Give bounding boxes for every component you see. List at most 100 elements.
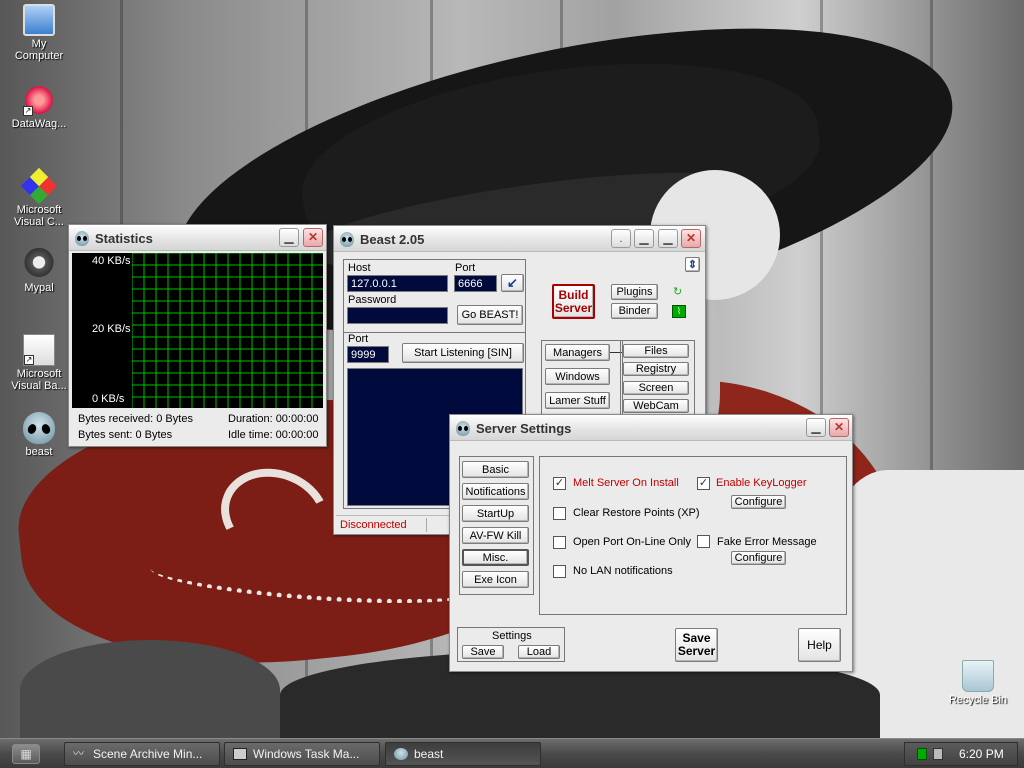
desktop-icon-recycle-bin[interactable]: Recycle Bin	[940, 660, 1016, 706]
minimize-button[interactable]: ▁	[634, 229, 654, 248]
y-axis-label: 20 KB/s	[92, 323, 131, 335]
managers-button[interactable]: Managers	[545, 344, 610, 361]
bandwidth-graph: 40 KB/s 20 KB/s 0 KB/s	[72, 253, 323, 408]
desktop-icon-my-computer[interactable]: My Computer	[4, 4, 74, 62]
misc-options-panel: ✓ Melt Server On Install Clear Restore P…	[539, 456, 847, 615]
port-input[interactable]: 6666	[454, 275, 497, 292]
nav-exe-icon[interactable]: Exe Icon	[462, 571, 529, 588]
task-label: Windows Task Ma...	[253, 747, 360, 761]
desktop-icon-label: Microsoft Visual C...	[14, 204, 64, 228]
no-lan-checkbox[interactable]	[553, 565, 566, 578]
datawag-icon: ↗	[23, 84, 55, 116]
tray-button[interactable]: .	[611, 229, 631, 248]
close-button[interactable]: ✕	[303, 228, 323, 247]
nav-startup[interactable]: StartUp	[462, 505, 529, 522]
go-beast-button[interactable]: Go BEAST!	[457, 305, 523, 325]
close-button[interactable]: ✕	[681, 229, 701, 248]
task-label: beast	[414, 747, 444, 761]
fake-error-checkbox[interactable]	[697, 535, 710, 548]
windows-button[interactable]: Windows	[545, 368, 610, 385]
y-axis-label: 40 KB/s	[92, 255, 131, 267]
statistics-titlebar[interactable]: Statistics ▁ ✕	[69, 225, 326, 251]
alien-icon	[394, 748, 408, 760]
desktop-icon-beast[interactable]: beast	[4, 412, 74, 458]
clear-restore-checkbox[interactable]	[553, 507, 566, 520]
password-label: Password	[348, 294, 397, 306]
alien-icon	[75, 231, 89, 246]
melt-server-checkbox[interactable]: ✓	[553, 477, 566, 490]
task-scene-archive[interactable]: 〰 Scene Archive Min...	[64, 742, 220, 766]
connection-status: Disconnected	[340, 519, 407, 531]
desktop-icon-visual-basic[interactable]: ↗ Microsoft Visual Ba...	[4, 334, 74, 392]
y-axis-label: 0 KB/s	[92, 393, 125, 405]
graph-grid	[132, 253, 323, 408]
beast-titlebar[interactable]: Beast 2.05 . ▁ ▁ ✕	[334, 226, 705, 252]
start-grid-icon: ▦	[20, 747, 32, 761]
listen-port-label: Port	[348, 333, 369, 345]
server-settings-titlebar[interactable]: Server Settings ▁ ✕	[450, 415, 852, 441]
swap-arrows-icon[interactable]: ⇕	[685, 257, 700, 272]
enable-keylogger-checkbox[interactable]: ✓	[697, 477, 710, 490]
webcam-button[interactable]: WebCam	[623, 399, 689, 413]
bytes-received: Bytes received: 0 Bytes	[78, 413, 193, 425]
task-windows-task-manager[interactable]: Windows Task Ma...	[224, 742, 380, 766]
fake-error-label: Fake Error Message	[717, 536, 817, 548]
save-server-button[interactable]: Save Server	[675, 628, 718, 662]
computer-icon	[23, 4, 55, 36]
close-button[interactable]: ✕	[829, 418, 849, 437]
start-button[interactable]: ▦	[12, 744, 40, 764]
help-button[interactable]: Help	[798, 628, 841, 662]
window-title: Statistics	[95, 231, 153, 246]
signal-icon: ⌇	[672, 305, 686, 318]
build-server-button[interactable]: Build Server	[552, 284, 595, 319]
alien-icon	[340, 232, 354, 247]
minimize-button[interactable]: ▁	[806, 418, 826, 437]
connect-arrow-icon[interactable]: ↙	[501, 274, 524, 292]
load-settings-button[interactable]: Load	[518, 645, 560, 659]
restore-button[interactable]: ▁	[658, 229, 678, 248]
listen-port-input[interactable]: 9999	[347, 346, 389, 363]
start-listening-button[interactable]: Start Listening [SIN]	[402, 343, 524, 363]
window-title: Server Settings	[476, 421, 572, 436]
desktop-icon-datawag[interactable]: ↗ DataWag...	[4, 84, 74, 130]
files-button[interactable]: Files	[623, 344, 689, 358]
nav-basic[interactable]: Basic	[462, 461, 529, 478]
desktop-icon-label: beast	[25, 446, 53, 458]
desktop-icon-label: DataWag...	[11, 118, 67, 130]
system-tray: 6:20 PM	[904, 742, 1018, 766]
phone-icon[interactable]	[933, 748, 943, 760]
task-beast[interactable]: beast	[385, 742, 541, 766]
task-label: Scene Archive Min...	[93, 747, 203, 761]
registry-button[interactable]: Registry	[623, 362, 689, 376]
alien-icon	[23, 412, 55, 444]
mypal-browser-icon	[23, 248, 55, 280]
desktop-icon-visual-c[interactable]: Microsoft Visual C...	[4, 167, 74, 228]
nav-misc[interactable]: Misc.	[462, 549, 529, 566]
open-port-checkbox[interactable]	[553, 536, 566, 549]
network-icon[interactable]	[917, 748, 927, 760]
fake-error-configure-button[interactable]: Configure	[731, 551, 786, 565]
password-input[interactable]	[347, 307, 448, 324]
clock[interactable]: 6:20 PM	[959, 747, 1004, 761]
keylogger-configure-button[interactable]: Configure	[731, 495, 786, 509]
settings-file-group: Settings Save Load	[457, 627, 565, 662]
desktop-icon-label: Microsoft Visual Ba...	[11, 368, 67, 392]
task-manager-icon	[233, 748, 247, 760]
binder-button[interactable]: Binder	[611, 303, 658, 319]
visual-basic-icon: ↗	[23, 334, 55, 366]
nav-av-fw-kill[interactable]: AV-FW Kill	[462, 527, 529, 544]
minimize-button[interactable]: ▁	[279, 228, 299, 247]
plugins-button[interactable]: Plugins	[611, 284, 658, 300]
host-input[interactable]: 127.0.0.1	[347, 275, 448, 292]
screen-button[interactable]: Screen	[623, 381, 689, 395]
desktop-icon-mypal[interactable]: Mypal	[4, 248, 74, 294]
clear-restore-label: Clear Restore Points (XP)	[573, 507, 700, 519]
visual-studio-icon	[20, 167, 58, 205]
no-lan-label: No LAN notifications	[573, 565, 673, 577]
nav-notifications[interactable]: Notifications	[462, 483, 529, 500]
save-settings-button[interactable]: Save	[462, 645, 504, 659]
lamer-stuff-button[interactable]: Lamer Stuff	[545, 392, 610, 409]
alien-icon	[456, 421, 470, 436]
host-label: Host	[348, 262, 371, 274]
taskbar: ▦ 〰 Scene Archive Min... Windows Task Ma…	[0, 738, 1024, 768]
